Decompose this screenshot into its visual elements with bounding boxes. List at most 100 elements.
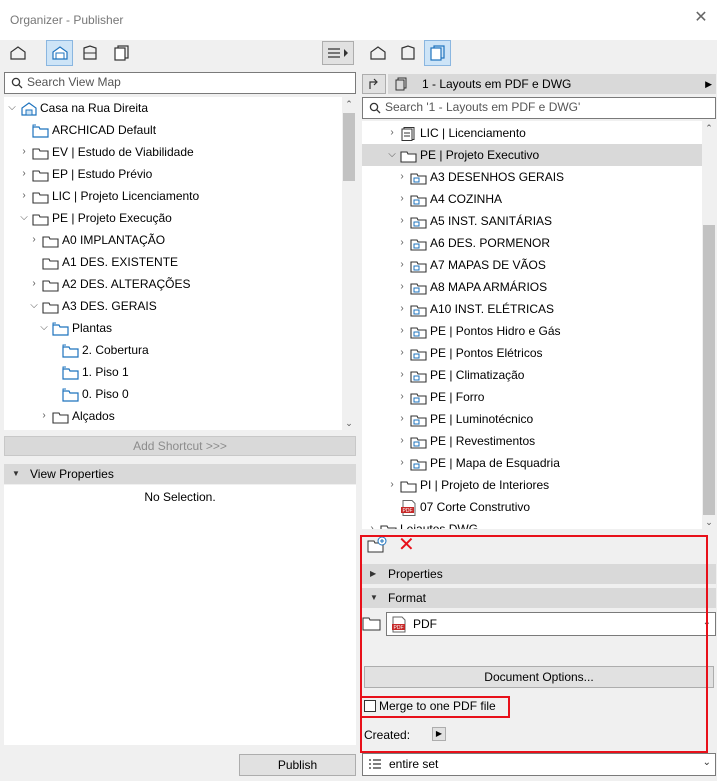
tree-item-label: A4 COZINHA [430,192,503,206]
view-folder-icon [52,321,69,336]
tree-item[interactable]: › Alçados [4,405,342,427]
chevron-right-icon[interactable]: › [38,405,50,427]
publish-button[interactable]: Publish [239,754,356,776]
tree-item[interactable]: › PE | Pontos Hidro e Gás [362,320,702,342]
layout-book-icon[interactable] [78,41,102,65]
tree-item[interactable]: › PE | Revestimentos [362,430,702,452]
chevron-right-icon[interactable]: › [396,452,408,474]
list-icon [368,758,382,773]
tree-item[interactable]: › EP | Estudo Prévio [4,163,342,185]
tree-item-label: Leiautes DWG [400,522,479,529]
chevron-right-icon[interactable]: › [28,229,40,251]
tree-item[interactable]: › A6 DES. PORMENOR [362,232,702,254]
tree-item[interactable]: ARCHICAD Default [4,119,342,141]
publish-scope-value: entire set [389,757,439,771]
tree-item[interactable]: › PE | Forro [362,386,702,408]
tree-item[interactable]: ⌵ Casa na Rua Direita [4,97,342,119]
chevron-right-icon[interactable]: › [18,185,30,207]
chevron-right-icon[interactable]: › [396,320,408,342]
tree-item[interactable]: › EV | Estudo de Viabilidade [4,141,342,163]
chevron-right-icon[interactable]: › [386,474,398,496]
view-properties-panel: No Selection. [4,485,356,745]
chevron-right-icon[interactable]: › [396,364,408,386]
chevron-down-icon[interactable]: ⌵ [28,295,40,317]
scroll-thumb[interactable] [703,225,715,515]
publisher-set-selector[interactable]: 1 - Layouts em PDF e DWG ▶ [388,74,716,94]
chevron-right-icon[interactable]: › [396,232,408,254]
tree-item[interactable]: › A10 INST. ELÉTRICAS [362,298,702,320]
layout-folder-icon [410,236,427,251]
chevron-right-icon[interactable]: › [366,518,378,529]
chevron-right-icon[interactable]: › [18,141,30,163]
scroll-down-icon[interactable]: ⌄ [342,416,356,430]
publisher-search[interactable] [362,97,716,119]
chevron-right-icon[interactable]: › [396,430,408,452]
tree-item[interactable]: ⌵ A3 DES. GERAIS [4,295,342,317]
chevron-right-icon[interactable]: › [396,210,408,232]
project-map-icon[interactable] [366,41,390,65]
tree-item[interactable]: › A5 INST. SANITÁRIAS [362,210,702,232]
tree-item[interactable]: 1. Piso 1 [4,361,342,383]
scroll-up-icon[interactable]: ⌃ [342,97,356,111]
publisher-scrollbar[interactable]: ⌃ ⌄ [702,121,716,529]
chevron-right-icon[interactable]: › [396,166,408,188]
tree-item[interactable]: › PE | Luminotécnico [362,408,702,430]
chevron-right-icon[interactable]: › [396,254,408,276]
view-map-scrollbar[interactable]: ⌃ ⌄ [342,97,356,430]
chevron-right-icon[interactable]: › [386,122,398,144]
close-icon[interactable]: ✕ [693,10,709,26]
tree-item[interactable]: › LIC | Licenciamento [362,122,702,144]
chevron-down-icon[interactable]: ⌵ [6,97,18,119]
tree-item[interactable]: 2. Cobertura [4,339,342,361]
publisher-sets-icon[interactable] [110,41,134,65]
tree-item[interactable]: › PI | Projeto de Interiores [362,474,702,496]
add-shortcut-button[interactable]: Add Shortcut >>> [4,436,356,456]
tree-item[interactable]: A1 DES. EXISTENTE [4,251,342,273]
chevron-down-icon[interactable]: ⌵ [38,317,50,339]
tree-item[interactable]: › Leiautes DWG [362,518,702,529]
publish-scope-select[interactable]: entire set ⌄ [362,753,716,776]
tree-item[interactable]: PDF 07 Corte Construtivo [362,496,702,518]
tree-item[interactable]: › A3 DESENHOS GERAIS [362,166,702,188]
tree-item[interactable]: ⌵ Plantas [4,317,342,339]
scroll-up-icon[interactable]: ⌃ [702,121,716,135]
options-menu-icon[interactable] [322,41,354,65]
chevron-right-icon[interactable]: › [396,298,408,320]
scroll-thumb[interactable] [343,113,355,181]
tree-item[interactable]: ⌵ PE | Projeto Execução [4,207,342,229]
chevron-right-icon[interactable]: › [396,342,408,364]
tree-item[interactable]: › A8 MAPA ARMÁRIOS [362,276,702,298]
chevron-down-icon[interactable]: ⌵ [18,207,30,229]
layout-book-icon[interactable] [396,41,420,65]
tree-item[interactable]: › PE | Mapa de Esquadria [362,452,702,474]
tree-item-label: PE | Projeto Executivo [420,148,540,162]
chevron-right-icon[interactable]: › [28,273,40,295]
chevron-right-icon[interactable]: › [396,276,408,298]
tree-item[interactable]: › A4 COZINHA [362,188,702,210]
tree-item[interactable]: › LIC | Projeto Licenciamento [4,185,342,207]
tree-item[interactable]: › PE | Pontos Elétricos [362,342,702,364]
chevron-down-icon[interactable]: ⌵ [386,144,398,166]
chevron-right-icon[interactable]: › [396,188,408,210]
publisher-search-input[interactable] [385,100,685,114]
chevron-right-icon[interactable]: › [18,163,30,185]
view-map-icon[interactable] [46,40,73,66]
view-folder-icon [62,343,79,358]
tree-item[interactable]: › A2 DES. ALTERAÇÕES [4,273,342,295]
publisher-set-icon [395,77,407,91]
view-properties-header[interactable]: ▼ View Properties [4,464,356,484]
tree-item[interactable]: › PE | Climatização [362,364,702,386]
tree-item[interactable]: › A0 IMPLANTAÇÃO [4,229,342,251]
tree-item[interactable]: ⌵ PE | Projeto Executivo [362,144,702,166]
up-level-button[interactable] [362,74,386,94]
scroll-down-icon[interactable]: ⌄ [702,515,716,529]
chevron-right-icon[interactable]: › [396,386,408,408]
publisher-sets-icon[interactable] [424,40,451,66]
folder-icon [52,409,69,424]
view-map-search[interactable] [4,72,356,94]
view-map-search-input[interactable] [27,75,327,89]
project-map-icon[interactable] [6,41,30,65]
tree-item[interactable]: › A7 MAPAS DE VÃOS [362,254,702,276]
chevron-right-icon[interactable]: › [396,408,408,430]
tree-item[interactable]: 0. Piso 0 [4,383,342,405]
